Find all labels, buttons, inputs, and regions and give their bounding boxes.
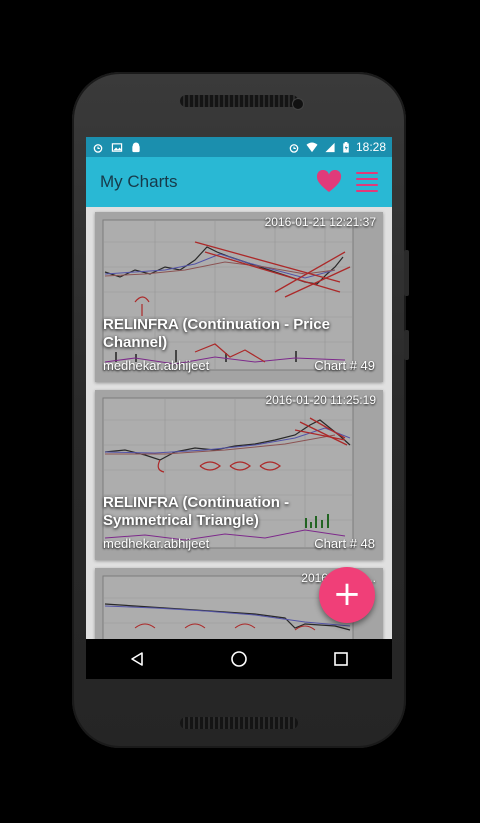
status-bar: 18:28 [86, 137, 392, 157]
volume-button [404, 250, 409, 296]
back-icon[interactable] [117, 644, 157, 674]
chart-number: Chart # 48 [314, 536, 375, 551]
chart-card[interactable]: 2016-01-21 12:21:37 RELINFRA (Continuati… [95, 212, 383, 382]
signal-icon [325, 142, 335, 152]
home-icon[interactable] [219, 644, 259, 674]
app-bar: My Charts [86, 157, 392, 207]
alarm-icon [289, 143, 299, 153]
clock-text: 18:28 [355, 140, 386, 154]
chart-author: medhekar.abhijeet [103, 358, 210, 373]
chart-date: 2016-01-20 11:25:19 [265, 393, 376, 407]
chart-author: medhekar.abhijeet [103, 536, 210, 551]
front-camera [293, 99, 303, 109]
recents-icon[interactable] [321, 644, 361, 674]
top-speaker-grille [180, 95, 298, 107]
wifi-icon [306, 141, 318, 152]
favorite-icon[interactable] [316, 170, 342, 194]
chart-card[interactable]: 2016-01-20 11:25:19 RELINFRA (Continuati… [95, 390, 383, 560]
image-icon [111, 142, 123, 152]
bottom-speaker-grille [180, 717, 298, 729]
add-chart-button[interactable]: + [319, 567, 375, 623]
chart-title: RELINFRA (Continuation - Price Channel) [103, 316, 330, 351]
alarm-icon [93, 143, 103, 153]
android-icon [132, 141, 140, 152]
chart-title: RELINFRA (Continuation - Symmetrical Tri… [103, 494, 290, 529]
power-button [404, 330, 409, 360]
battery-icon [343, 141, 349, 153]
page-title: My Charts [100, 172, 178, 191]
menu-icon[interactable] [356, 172, 378, 192]
chart-date: 2016-01-21 12:21:37 [264, 215, 376, 229]
chart-number: Chart # 49 [314, 358, 375, 373]
navigation-bar [86, 639, 392, 679]
